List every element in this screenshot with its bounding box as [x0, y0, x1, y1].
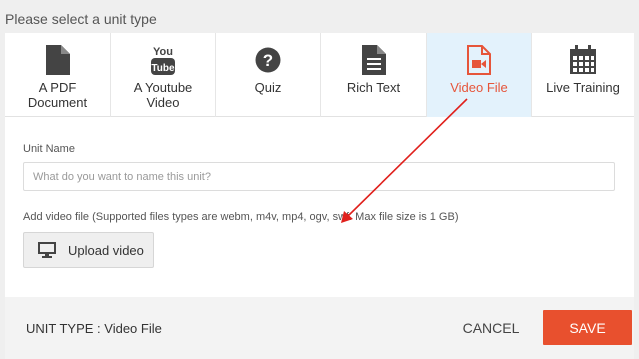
- unit-type-quiz[interactable]: ? Quiz: [216, 33, 321, 117]
- unit-type-label: Video File: [450, 80, 508, 95]
- svg-text:Tube: Tube: [151, 63, 175, 74]
- svg-text:?: ?: [263, 51, 273, 70]
- cancel-button[interactable]: CANCEL: [451, 311, 531, 345]
- unit-type-rich-text[interactable]: Rich Text: [321, 33, 427, 117]
- monitor-icon: [38, 242, 56, 258]
- video-file-icon: [467, 40, 491, 80]
- unit-type-label: Rich Text: [346, 80, 401, 95]
- unit-type-youtube[interactable]: You Tube A Youtube Video: [111, 33, 216, 117]
- unit-form: Unit Name Add video file (Supported file…: [5, 117, 634, 297]
- unit-type-status: UNIT TYPE : Video File: [26, 321, 162, 336]
- upload-video-label: Upload video: [68, 242, 144, 258]
- calendar-icon: [569, 40, 597, 80]
- svg-text:You: You: [153, 46, 173, 58]
- document-text-icon: [361, 40, 386, 80]
- unit-type-label: Quiz: [254, 80, 282, 95]
- dialog-footer: UNIT TYPE : Video File CANCEL SAVE: [5, 297, 634, 359]
- unit-type-label: A Youtube Video: [133, 80, 193, 110]
- question-icon: ?: [255, 40, 281, 80]
- unit-name-label: Unit Name: [23, 143, 75, 155]
- unit-name-input[interactable]: [23, 162, 615, 191]
- unit-type-pdf[interactable]: A PDF Document: [5, 33, 111, 117]
- unit-type-live-training[interactable]: Live Training: [532, 33, 634, 117]
- file-icon: [45, 40, 70, 80]
- unit-type-label: A PDF Document: [27, 80, 88, 110]
- page-heading: Please select a unit type: [5, 11, 157, 27]
- save-button[interactable]: SAVE: [543, 310, 632, 345]
- unit-type-video-file[interactable]: Video File: [427, 33, 532, 117]
- video-file-label: Add video file (Supported files types ar…: [23, 211, 459, 223]
- unit-type-selector: A PDF Document You Tube A Youtube Video …: [5, 33, 634, 117]
- upload-video-button[interactable]: Upload video: [23, 232, 154, 268]
- youtube-icon: You Tube: [150, 40, 176, 80]
- unit-type-label: Live Training: [546, 80, 620, 95]
